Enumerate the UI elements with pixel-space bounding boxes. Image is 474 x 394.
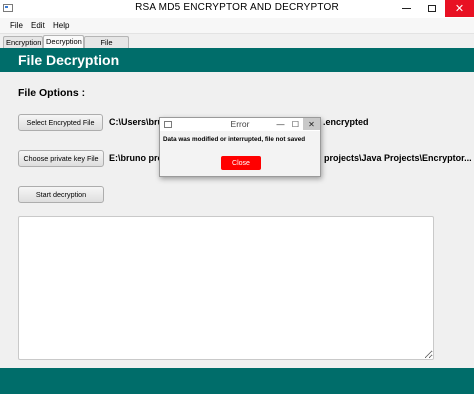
encrypted-file-path: C:\Users\bru — [109, 117, 164, 127]
tab-file-manager[interactable]: File Manager — [84, 36, 129, 58]
minimize-icon: — — [276, 119, 285, 129]
dialog-message: Data was modified or interrupted, file n… — [163, 136, 306, 143]
close-icon: ✕ — [454, 3, 465, 15]
tab-decryption[interactable]: Decryption — [43, 35, 84, 48]
window-titlebar[interactable]: RSA MD5 ENCRYPTOR AND DECRYPTOR ✕ — [0, 0, 474, 19]
minimize-button[interactable] — [393, 0, 419, 17]
menubar: File Edit Help — [0, 18, 474, 34]
dialog-close-x-button[interactable]: ✕ — [303, 118, 320, 130]
menu-edit[interactable]: Edit — [31, 21, 45, 30]
maximize-button[interactable] — [419, 0, 445, 17]
encrypted-file-path-suffix: .encrypted — [323, 117, 369, 127]
dialog-close-button[interactable]: Close — [221, 156, 261, 170]
tab-encryption[interactable]: Encryption — [3, 36, 43, 48]
output-textarea[interactable] — [18, 216, 434, 360]
page-banner: File Decryption — [0, 48, 474, 72]
choose-private-key-button[interactable]: Choose private key File — [18, 150, 104, 167]
maximize-icon: ☐ — [291, 119, 300, 129]
menu-help[interactable]: Help — [53, 21, 69, 30]
close-icon: ✕ — [308, 119, 315, 129]
select-encrypted-file-button[interactable]: Select Encrypted File — [18, 114, 103, 131]
footer-bar — [0, 368, 474, 394]
file-options-title: File Options : — [18, 87, 86, 99]
tab-bar: Encryption Decryption File Manager — [0, 34, 474, 58]
private-key-path-suffix: al projects\Java Projects\Encryptor... — [314, 153, 472, 163]
dialog-minimize-button[interactable]: — — [273, 118, 288, 130]
error-dialog: Error — ☐ ✕ Data was modified or interru… — [159, 117, 321, 177]
dialog-titlebar[interactable]: Error — ☐ ✕ — [160, 118, 320, 131]
menu-file[interactable]: File — [10, 21, 23, 30]
maximize-icon — [428, 5, 436, 12]
dialog-maximize-button[interactable]: ☐ — [288, 118, 303, 130]
private-key-path: E:\bruno pro — [109, 153, 163, 163]
minimize-icon — [401, 8, 411, 9]
window-close-button[interactable]: ✕ — [445, 0, 474, 17]
start-decryption-button[interactable]: Start decryption — [18, 186, 104, 203]
page-title: File Decryption — [18, 52, 120, 68]
